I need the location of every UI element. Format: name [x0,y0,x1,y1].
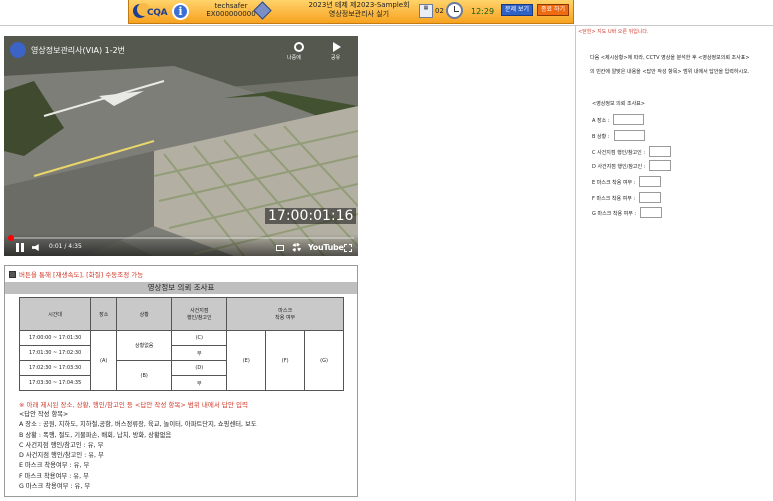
clock-icon [446,2,463,19]
share-label: 공유 [331,55,341,61]
page-count: 02 [435,7,444,15]
answer-item: D 사건지점 행인/참고인 : 유, 무 [19,452,104,460]
problem-view-button[interactable]: 문제 보기 [501,4,533,16]
youtube-logo[interactable]: YouTube [308,243,344,252]
header-place: 장소 [90,297,118,331]
answer-item: E 마스크 착용여부 : 유, 무 [19,462,90,470]
answer-item: B 상황 : 폭행, 절도, 기물파손, 배회, 납치, 방화, 상황없음 [19,431,172,439]
subtitles-icon[interactable] [276,245,284,251]
field-row-g: G 마스크 착용 여부 : [592,207,663,218]
suspect-cell: (D) [171,360,228,376]
share-icon[interactable] [333,42,341,52]
exam-page: CQA i techsafer EX000000000 2023년 테제 제20… [0,0,773,501]
exam-title-line1: 2023년 테제 제2023-Sample회 [308,1,410,9]
answer-input-d[interactable] [649,160,672,171]
survey-title: 영상정보 의뢰 조사표 [5,282,357,294]
progress-scrubber[interactable] [8,235,14,241]
watch-later-icon[interactable] [294,42,304,52]
user-number: EX000000000 [206,10,256,18]
mask-f-cell: (F) [265,330,306,391]
channel-avatar[interactable] [10,42,26,58]
close-button[interactable]: 종료 하기 [537,4,569,16]
video-title[interactable]: 영상정보관리사(VIA) 1-2번 [31,45,125,56]
fullscreen-icon[interactable] [344,244,352,252]
survey-card: 버튼을 통해 [재생속도], [화질] 수동조정 가능 영상정보 의뢰 조사표 … [4,265,358,497]
place-cell: (A) [90,330,118,391]
answer-panel: <닫힌> 지도 U바 오른 뒤입니다. 다음 <제시상황>에 따라, CCTV … [575,26,773,501]
field-row-e: E 마스크 착용 여부 : [592,176,662,187]
header-situation: 상황 [116,297,173,331]
answer-item: F 마스크 착용여부 : 유, 무 [19,472,89,480]
time-cell: 17:00:00 ~ 17:01:30 [18,330,92,346]
field-row-f: F 마스크 착용 여부 : [592,192,662,203]
suspect-cell: 무 [171,345,228,361]
video-time: 0:01 / 4:35 [49,243,82,250]
instruction-line2: 의 빈칸에 알맞은 내용을 <답안 작성 항목> 범위 내에서 답안을 입력하시… [590,69,750,75]
header-band: CQA i techsafer EX000000000 2023년 테제 제20… [128,0,574,24]
answer-input-e[interactable] [639,176,662,187]
memo-icon[interactable]: ▦ [419,4,433,18]
answer-input-c[interactable] [649,146,672,157]
logo-moon-icon [133,3,150,18]
field-row-a: A 장소 : [592,114,645,125]
answer-input-a[interactable] [613,114,645,125]
suspect-cell: (C) [171,330,228,346]
time-cell: 17:02:30 ~ 17:03:30 [18,360,92,376]
answer-items: <답안 작성 항목> A 장소 : 공원, 지하도, 지하철,공항, 버스정류장… [19,410,257,492]
field-row-d: D 사건지점 행인/참고인 : [592,160,672,171]
exam-title-line2: 영상정보관리사 실기 [328,10,390,18]
field-row-b: B 상황 : [592,130,645,141]
situation-cell: (B) [116,360,173,391]
time-cell: 17:01:30 ~ 17:02:30 [18,345,92,361]
cctv-timestamp: 17:00:01:16 [265,208,357,224]
panel-link[interactable]: <닫힌> 지도 U바 오른 뒤입니다. [578,28,649,35]
time-cell: 17:03:30 ~ 17:04:35 [18,375,92,391]
notice-icon [9,271,16,278]
watch-later-label: 나중에 [287,55,301,61]
answer-item: A 장소 : 공원, 지하도, 지하철,공항, 버스정류장, 육교, 놀이터, … [19,421,257,429]
exam-title: 2023년 테제 제2023-Sample회 영상정보관리사 실기 [279,1,439,19]
user-id: techsafer [214,2,248,10]
answer-input-g[interactable] [640,207,663,218]
situation-cell: 상황없음 [116,330,173,361]
answer-item: C 사건지점 행인/참고인 : 유, 무 [19,441,104,449]
instruction-line1: 다음 <제시상황>에 따라, CCTV 영상을 분석한 후 <영상정보의뢰 조사… [590,55,750,61]
progress-bar[interactable] [8,237,354,239]
answer-input-f[interactable] [639,192,662,203]
answer-input-b[interactable] [613,130,645,141]
header-mask: 마스크 착용 여부 [226,297,344,331]
field-row-c: C 사건지점 행인/참고인 : [592,146,672,157]
playback-notice: 버튼을 통해 [재생속도], [화질] 수동조정 가능 [9,269,143,279]
form-title: <영상정보 의뢰 조사표> [592,101,645,107]
mask-e-cell: (E) [226,330,267,391]
header-time: 시간대 [18,297,92,331]
top-header: CQA i techsafer EX000000000 2023년 테제 제20… [0,0,773,26]
answer-item: G 마스크 착용여부 : 유, 무 [19,483,91,491]
info-icon[interactable]: i [172,3,189,20]
answer-warning: ※ 아래 제시된 장소, 상황, 행인/참고인 등 <답안 작성 항목> 범위 … [19,401,248,409]
pause-icon[interactable] [16,243,24,252]
answer-items-header: <답안 작성 항목> [19,411,69,418]
mask-g-cell: (G) [304,330,344,391]
cqa-logo: CQA [133,2,169,20]
time-remaining: 12:29 [471,7,495,16]
survey-table: 시간대 장소 상황 사건지점 행인/참고인 마스크 착용 여부 17:00:00… [18,297,344,391]
settings-gear-icon[interactable] [292,243,301,252]
header-suspect: 사건지점 행인/참고인 [171,297,228,331]
video-player[interactable]: 영상정보관리사(VIA) 1-2번 나중에 공유 17:00:01:16 0:0… [4,36,358,256]
suspect-cell: 무 [171,375,228,391]
